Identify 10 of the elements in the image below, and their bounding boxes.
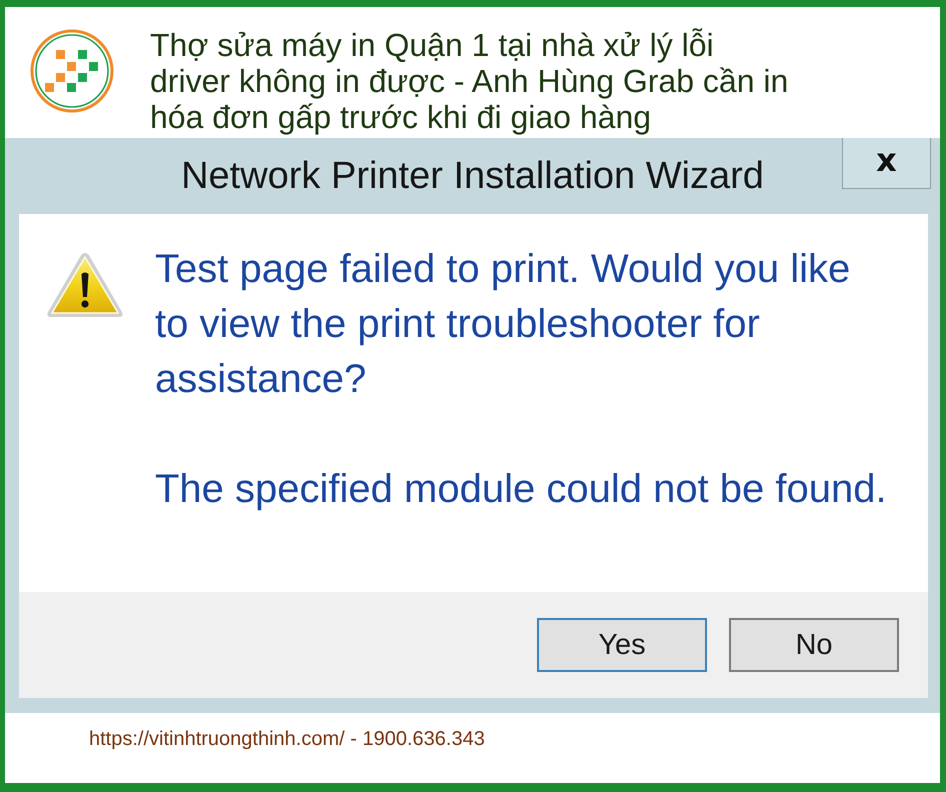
logo-icon <box>30 29 114 113</box>
message-text: Test page failed to print. Would you like to view the print troubleshooter for assistance? <box>155 246 852 403</box>
headline: Thợ sửa máy in Quận 1 tại nhà xử lý lỗi driver không in được - Anh Hùng Grab cần in hóa đơn gấp trước khi đi giao hàng <box>150 27 788 135</box>
window-title: Network Printer Installation Wizard <box>181 154 764 198</box>
message-text: The specified module could not be found. <box>155 466 888 513</box>
warning-icon <box>45 250 125 320</box>
close-button[interactable]: x <box>842 138 931 189</box>
footer-text: https://vitinhtruongthinh.com/ - 1900.636.343 <box>89 727 485 751</box>
dialog-button[interactable]: Yes <box>537 618 707 672</box>
dialog-button[interactable]: No <box>729 618 899 672</box>
